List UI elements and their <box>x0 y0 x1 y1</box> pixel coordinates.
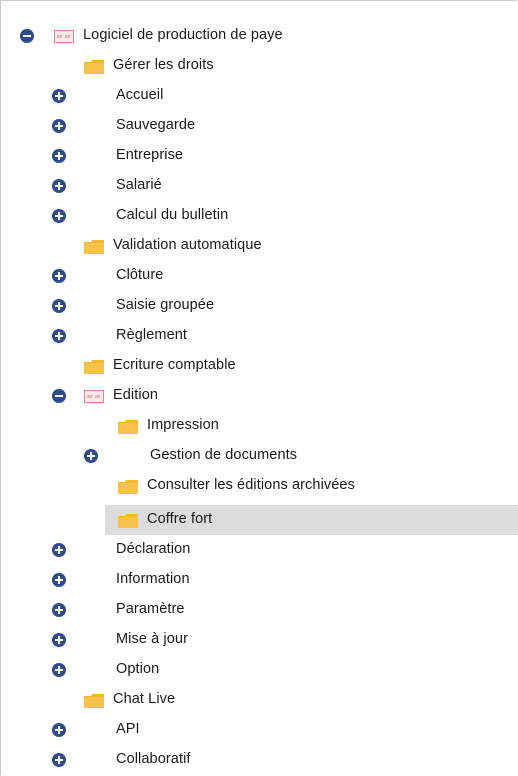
tree-node-chat-live[interactable]: Chat Live <box>0 685 518 715</box>
expand-icon[interactable] <box>52 119 66 133</box>
expand-icon[interactable] <box>52 543 66 557</box>
tree-node-label: Saisie groupée <box>116 297 215 313</box>
tree-node-label: Validation automatique <box>113 237 262 253</box>
tree-node-mise-a-jour[interactable]: Mise à jour <box>0 625 518 655</box>
tree-node-reglement[interactable]: Règlement <box>0 321 518 351</box>
folder-icon <box>84 694 104 708</box>
tree-node-label: Coffre fort <box>147 511 213 527</box>
tree-node-gerer-les-droits[interactable]: Gérer les droits <box>0 51 518 81</box>
tree-node-ecriture-comptable[interactable]: Ecriture comptable <box>0 351 518 381</box>
module-icon <box>54 30 74 43</box>
tree-node-label: Entreprise <box>116 147 184 163</box>
tree-node-label: Logiciel de production de paye <box>83 27 283 43</box>
expand-icon[interactable] <box>52 209 66 223</box>
expand-icon[interactable] <box>52 269 66 283</box>
folder-icon <box>118 480 138 494</box>
tree-node-label: Règlement <box>116 327 188 343</box>
tree-node-cloture[interactable]: Clôture <box>0 261 518 291</box>
tree-node-parametre[interactable]: Paramètre <box>0 595 518 625</box>
tree-node-declaration[interactable]: Déclaration <box>0 535 518 565</box>
tree-node-collaboratif[interactable]: Collaboratif <box>0 745 518 775</box>
tree-node-label: Collaboratif <box>116 751 191 767</box>
folder-icon <box>118 420 138 434</box>
tree-node-accueil[interactable]: Accueil <box>0 81 518 111</box>
folder-icon <box>84 240 104 254</box>
expand-icon[interactable] <box>52 633 66 647</box>
tree-node-label: Chat Live <box>113 691 176 707</box>
expand-icon[interactable] <box>52 299 66 313</box>
folder-icon <box>118 514 138 528</box>
tree-node-option[interactable]: Option <box>0 655 518 685</box>
tree-node-root[interactable]: Logiciel de production de paye <box>0 21 518 51</box>
folder-icon <box>84 60 104 74</box>
collapse-icon[interactable] <box>20 29 34 43</box>
tree-node-consulter-les-editions-archivees[interactable]: Consulter les éditions archivées <box>0 471 518 501</box>
tree-node-label: Information <box>116 571 190 587</box>
tree-node-label: Paramètre <box>116 601 185 617</box>
tree-node-label: Gérer les droits <box>113 57 214 73</box>
tree-node-impression[interactable]: Impression <box>0 411 518 441</box>
expand-icon[interactable] <box>52 149 66 163</box>
tree-node-label: Ecriture comptable <box>113 357 236 373</box>
tree-node-validation-automatique[interactable]: Validation automatique <box>0 231 518 261</box>
tree-node-label: Déclaration <box>116 541 191 557</box>
expand-icon[interactable] <box>52 329 66 343</box>
tree-node-label: Option <box>116 661 160 677</box>
expand-icon[interactable] <box>52 603 66 617</box>
expand-icon[interactable] <box>52 753 66 767</box>
expand-icon[interactable] <box>52 663 66 677</box>
tree-node-saisie-groupee[interactable]: Saisie groupée <box>0 291 518 321</box>
tree-node-label: Edition <box>113 387 159 403</box>
tree-node-label: Gestion de documents <box>150 447 298 463</box>
tree-node-label: API <box>116 721 140 737</box>
tree-node-label: Mise à jour <box>116 631 189 647</box>
tree-node-label: Consulter les éditions archivées <box>147 477 355 493</box>
tree-node-sauvegarde[interactable]: Sauvegarde <box>0 111 518 141</box>
tree-node-information[interactable]: Information <box>0 565 518 595</box>
tree-node-coffre-fort[interactable]: Coffre fort <box>0 505 518 535</box>
tree-node-label: Sauvegarde <box>116 117 196 133</box>
tree-node-label: Impression <box>147 417 219 433</box>
tree-node-label: Accueil <box>116 87 164 103</box>
expand-icon[interactable] <box>52 573 66 587</box>
tree-node-calcul-du-bulletin[interactable]: Calcul du bulletin <box>0 201 518 231</box>
tree-node-edition[interactable]: Edition <box>0 381 518 411</box>
tree-node-salarie[interactable]: Salarié <box>0 171 518 201</box>
collapse-icon[interactable] <box>52 389 66 403</box>
module-icon <box>84 390 104 403</box>
tree-node-label: Salarié <box>116 177 162 193</box>
tree-node-label: Clôture <box>116 267 164 283</box>
tree-node-label: Calcul du bulletin <box>116 207 229 223</box>
expand-icon[interactable] <box>52 723 66 737</box>
expand-icon[interactable] <box>84 449 98 463</box>
tree-node-api[interactable]: API <box>0 715 518 745</box>
tree-node-entreprise[interactable]: Entreprise <box>0 141 518 171</box>
tree-node-gestion-de-documents[interactable]: Gestion de documents <box>0 441 518 471</box>
expand-icon[interactable] <box>52 179 66 193</box>
expand-icon[interactable] <box>52 89 66 103</box>
folder-icon <box>84 360 104 374</box>
